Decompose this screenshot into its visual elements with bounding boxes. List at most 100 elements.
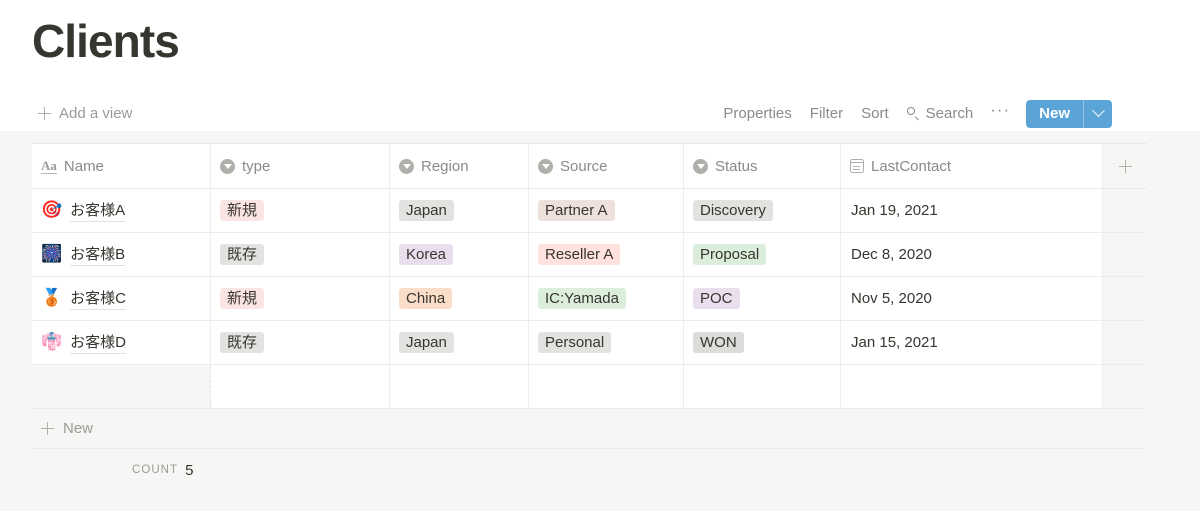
table-header-row: Aa Name type Region Source Status LastCo… <box>32 143 1147 189</box>
chevron-down-icon <box>1091 104 1105 118</box>
cell-type[interactable]: 既存 <box>211 321 390 364</box>
cell-lastcontact[interactable]: Jan 19, 2021 <box>841 189 1103 232</box>
add-a-view-button[interactable]: Add a view <box>38 96 132 131</box>
cell-source[interactable]: IC:Yamada <box>529 277 684 320</box>
row-trailing-spacer <box>1103 277 1147 320</box>
select-property-icon <box>538 158 553 174</box>
cell-status[interactable]: POC <box>684 277 841 320</box>
column-header-lastcontact[interactable]: LastContact <box>841 144 1103 188</box>
cell-type[interactable]: 既存 <box>211 233 390 276</box>
page-title: Clients <box>32 15 180 67</box>
row-name-label: お客様C <box>70 287 127 310</box>
cell-source[interactable]: Partner A <box>529 189 684 232</box>
table-row[interactable]: 👘 お客様D 既存 Japan Personal WON Jan 15, 2021 <box>32 321 1147 365</box>
row-name-label: お客様A <box>70 199 126 222</box>
cell-lastcontact[interactable]: Nov 5, 2020 <box>841 277 1103 320</box>
table-row[interactable]: 🎯 お客様A 新規 Japan Partner A Discovery Jan 19, 20… <box>32 189 1147 233</box>
table-body: 🎯 お客様A 新規 Japan Partner A Discovery Jan 19, 20… <box>32 189 1147 409</box>
count-value[interactable]: 5 <box>185 462 193 479</box>
select-property-icon <box>399 158 414 174</box>
cell-source[interactable]: Reseller A <box>529 233 684 276</box>
select-property-icon <box>693 158 708 174</box>
table-row[interactable]: 🥉 お客様C 新規 China IC:Yamada POC Nov 5, 2020 <box>32 277 1147 321</box>
row-trailing-spacer <box>1103 189 1147 232</box>
cell-lastcontact[interactable] <box>841 365 1103 408</box>
add-a-view-label: Add a view <box>59 105 133 122</box>
lastcontact-value: Dec 8, 2020 <box>851 246 932 263</box>
type-tag: 新規 <box>220 200 265 221</box>
new-button[interactable]: New <box>1026 100 1083 128</box>
column-header-source[interactable]: Source <box>529 144 684 188</box>
row-name-label: お客様D <box>70 331 127 354</box>
properties-button[interactable]: Properties <box>714 102 800 125</box>
source-tag: IC:Yamada <box>538 288 626 309</box>
new-dropdown-button[interactable] <box>1083 99 1112 128</box>
cell-region[interactable]: China <box>390 277 529 320</box>
text-property-icon: Aa <box>41 157 57 174</box>
view-toolbar-row: Add a view Properties Filter Sort Search… <box>0 96 1200 131</box>
database-toolbar: Properties Filter Sort Search ··· New <box>714 96 1112 131</box>
cell-status[interactable] <box>684 365 841 408</box>
cell-source[interactable]: Personal <box>529 321 684 364</box>
row-trailing-spacer <box>1103 233 1147 276</box>
plus-icon <box>1118 159 1132 173</box>
column-header-region[interactable]: Region <box>390 144 529 188</box>
cell-name[interactable]: 👘 お客様D <box>32 321 211 364</box>
table-row[interactable]: 🎆 お客様B 既存 Korea Reseller A Proposal Dec 8, 202… <box>32 233 1147 277</box>
new-row-label: New <box>63 420 94 437</box>
status-tag: POC <box>693 288 740 309</box>
cell-region[interactable]: Japan <box>390 189 529 232</box>
fireworks-icon: 🎆 <box>41 244 63 264</box>
status-tag: WON <box>693 332 744 353</box>
lastcontact-value: Jan 15, 2021 <box>851 334 938 351</box>
date-property-icon <box>849 159 864 173</box>
status-tag: Proposal <box>693 244 767 265</box>
column-header-label: Source <box>560 157 608 175</box>
lastcontact-value: Nov 5, 2020 <box>851 290 932 307</box>
cell-name[interactable]: 🥉 お客様C <box>32 277 211 320</box>
cell-name[interactable] <box>32 365 211 408</box>
new-row-button[interactable]: New <box>32 409 1147 449</box>
cell-region[interactable]: Korea <box>390 233 529 276</box>
region-tag: Japan <box>399 332 454 353</box>
row-trailing-spacer <box>1103 365 1147 408</box>
cell-type[interactable] <box>211 365 390 408</box>
cell-type[interactable]: 新規 <box>211 277 390 320</box>
column-header-type[interactable]: type <box>211 144 390 188</box>
dart-icon: 🎯 <box>41 200 63 220</box>
database-table: Aa Name type Region Source Status LastCo… <box>32 143 1147 491</box>
cell-lastcontact[interactable]: Dec 8, 2020 <box>841 233 1103 276</box>
search-label: Search <box>925 105 974 122</box>
new-button-group: New <box>1026 99 1112 128</box>
bronze-medal-icon: 🥉 <box>41 288 63 308</box>
column-header-label: Status <box>715 157 758 175</box>
plus-icon <box>38 107 51 120</box>
table-row[interactable] <box>32 365 1147 409</box>
column-header-label: type <box>242 157 271 175</box>
cell-status[interactable]: WON <box>684 321 841 364</box>
filter-button[interactable]: Filter <box>801 102 852 125</box>
source-tag: Partner A <box>538 200 615 221</box>
more-options-button[interactable]: ··· <box>982 101 1018 118</box>
type-tag: 既存 <box>220 244 265 265</box>
cell-type[interactable]: 新規 <box>211 189 390 232</box>
cell-source[interactable] <box>529 365 684 408</box>
cell-status[interactable]: Discovery <box>684 189 841 232</box>
cell-status[interactable]: Proposal <box>684 233 841 276</box>
cell-region[interactable] <box>390 365 529 408</box>
type-tag: 新規 <box>220 288 265 309</box>
source-tag: Personal <box>538 332 612 353</box>
column-header-status[interactable]: Status <box>684 144 841 188</box>
column-header-label: LastContact <box>871 157 952 175</box>
add-column-button[interactable] <box>1103 144 1147 188</box>
cell-name[interactable]: 🎯 お客様A <box>32 189 211 232</box>
column-header-name[interactable]: Aa Name <box>32 144 211 188</box>
search-button[interactable]: Search <box>898 102 983 125</box>
sort-button[interactable]: Sort <box>852 102 898 125</box>
cell-lastcontact[interactable]: Jan 15, 2021 <box>841 321 1103 364</box>
cell-region[interactable]: Japan <box>390 321 529 364</box>
search-icon <box>906 107 920 120</box>
source-tag: Reseller A <box>538 244 621 265</box>
row-trailing-spacer <box>1103 321 1147 364</box>
cell-name[interactable]: 🎆 お客様B <box>32 233 211 276</box>
